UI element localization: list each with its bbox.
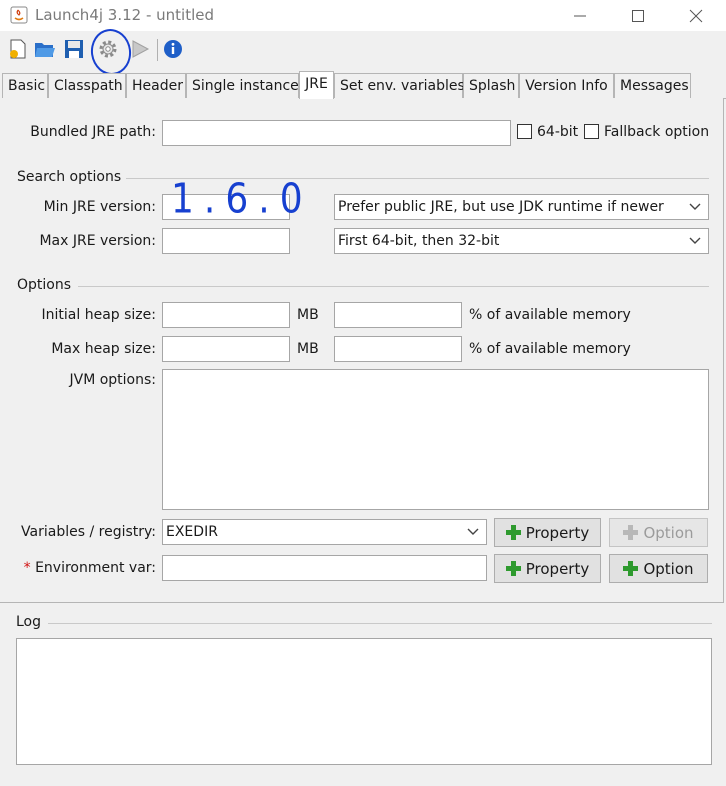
add-property-label: Property — [525, 523, 590, 542]
window-title: Launch4j 3.12 - untitled — [35, 6, 215, 24]
fallback-option-checkbox[interactable] — [584, 124, 599, 139]
required-marker: * — [23, 560, 31, 576]
minimize-icon — [574, 15, 586, 16]
minimize-button[interactable] — [550, 0, 610, 31]
build-gear-icon — [99, 40, 117, 58]
toolbar — [0, 31, 726, 71]
max-heap-size-label: Max heap size: — [51, 341, 156, 357]
new-config-button[interactable] — [6, 37, 30, 61]
variables-registry-label: Variables / registry: — [21, 524, 156, 540]
tab-messages[interactable]: Messages — [614, 73, 691, 99]
max-heap-mb-input[interactable] — [162, 336, 290, 362]
max-heap-percent-label: % of available memory — [469, 341, 631, 357]
chevron-down-icon — [467, 528, 479, 535]
tab-splash[interactable]: Splash — [463, 73, 519, 99]
max-heap-percent-input[interactable] — [334, 336, 462, 362]
runtime-bits-value: First 64-bit, then 32-bit — [338, 233, 500, 249]
new-icon — [10, 39, 26, 59]
max-jre-version-input[interactable] — [162, 228, 290, 254]
add-option-button-disabled[interactable]: Option — [609, 518, 708, 547]
tab-jre[interactable]: JRE — [299, 71, 334, 99]
tab-header[interactable]: Header — [126, 73, 186, 99]
environment-var-label: * Environment var: — [10, 560, 156, 576]
toolbar-separator — [157, 39, 158, 61]
plus-icon — [505, 525, 521, 540]
variables-registry-value: EXEDIR — [166, 524, 218, 540]
java-app-icon — [10, 6, 28, 24]
about-button[interactable] — [161, 37, 185, 61]
jdk-preference-value: Prefer public JRE, but use JDK runtime i… — [338, 199, 664, 215]
jdk-preference-dropdown[interactable]: Prefer public JRE, but use JDK runtime i… — [334, 194, 709, 220]
chevron-down-icon — [689, 203, 701, 210]
bundled-jre-path-label: Bundled JRE path: — [30, 124, 156, 140]
max-jre-version-label: Max JRE version: — [39, 233, 156, 249]
open-folder-icon — [35, 43, 55, 57]
add-property-button[interactable]: Property — [494, 518, 601, 547]
tab-bar: Basic Classpath Header Single instance J… — [0, 71, 726, 99]
run-triangle-icon — [132, 40, 150, 58]
initial-heap-percent-input[interactable] — [334, 302, 462, 328]
info-icon — [164, 40, 182, 58]
save-icon — [65, 40, 83, 58]
min-jre-version-input[interactable]: 1.6.0 — [162, 176, 303, 223]
test-wrapper-button[interactable] — [128, 37, 152, 61]
env-property-label: Property — [525, 559, 590, 578]
runtime-bits-dropdown[interactable]: First 64-bit, then 32-bit — [334, 228, 709, 254]
section-divider — [78, 286, 709, 287]
maximize-button[interactable] — [608, 0, 668, 31]
environment-var-text: Environment var: — [35, 560, 156, 576]
initial-heap-mb-input[interactable] — [162, 302, 290, 328]
plus-icon — [623, 525, 639, 540]
jvm-options-label: JVM options: — [69, 372, 156, 388]
max-heap-mb-unit: MB — [297, 341, 319, 357]
fallback-option-label: Fallback option — [604, 124, 710, 140]
log-heading: Log — [16, 614, 42, 630]
jvm-options-textarea[interactable] — [162, 369, 709, 510]
bundled-jre-path-input[interactable] — [162, 120, 511, 146]
title-bar: Launch4j 3.12 - untitled — [0, 0, 726, 31]
plus-icon — [505, 561, 521, 576]
env-property-button[interactable]: Property — [494, 554, 601, 583]
options-heading: Options — [17, 277, 72, 293]
env-option-label: Option — [643, 559, 694, 578]
initial-heap-percent-label: % of available memory — [469, 307, 631, 323]
log-output-area[interactable] — [16, 638, 712, 765]
search-options-heading: Search options — [17, 169, 122, 185]
initial-heap-mb-unit: MB — [297, 307, 319, 323]
min-jre-version-label: Min JRE version: — [43, 199, 156, 215]
tab-set-env-variables[interactable]: Set env. variables — [334, 73, 465, 99]
add-option-label: Option — [643, 523, 694, 542]
close-icon — [689, 9, 703, 22]
64-bit-checkbox[interactable] — [517, 124, 532, 139]
tab-version-info[interactable]: Version Info — [519, 73, 614, 99]
open-config-button[interactable] — [33, 37, 57, 61]
env-option-button[interactable]: Option — [609, 554, 708, 583]
close-button[interactable] — [666, 0, 726, 31]
variables-registry-dropdown[interactable]: EXEDIR — [162, 519, 487, 545]
tab-single-instance[interactable]: Single instance — [186, 73, 299, 99]
tab-basic[interactable]: Basic — [2, 73, 48, 99]
maximize-icon — [632, 9, 644, 22]
build-wrapper-button[interactable] — [96, 37, 120, 61]
initial-heap-size-label: Initial heap size: — [41, 307, 156, 323]
handwritten-version-text: 1.6.0 — [171, 175, 313, 224]
section-divider — [48, 623, 712, 624]
plus-icon — [623, 561, 639, 576]
chevron-down-icon — [689, 237, 701, 244]
save-config-button[interactable] — [62, 37, 86, 61]
environment-var-input[interactable] — [162, 555, 487, 581]
64-bit-label: 64-bit — [537, 124, 579, 140]
tab-classpath[interactable]: Classpath — [48, 73, 126, 99]
